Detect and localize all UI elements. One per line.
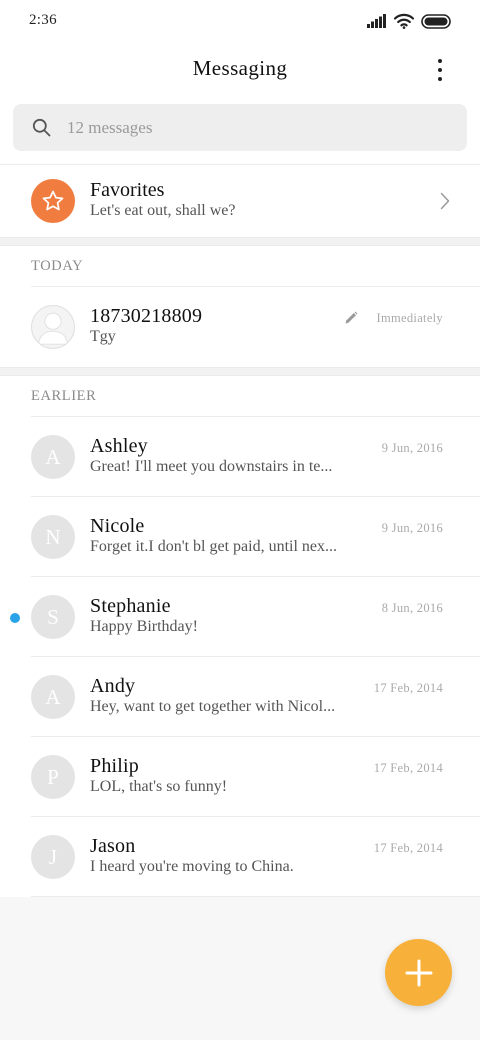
message-date: 17 Feb, 2014 bbox=[373, 681, 443, 695]
chevron-right-icon bbox=[440, 192, 450, 210]
section-separator bbox=[0, 367, 480, 376]
more-vertical-icon bbox=[438, 59, 442, 63]
status-icons bbox=[367, 12, 452, 30]
new-message-button[interactable] bbox=[385, 939, 452, 1006]
message-date: 9 Jun, 2016 bbox=[381, 521, 443, 535]
conversation-row[interactable]: A Andy Hey, want to get together with Ni… bbox=[0, 657, 480, 737]
status-time: 2:36 bbox=[29, 12, 57, 28]
conversation-row[interactable]: 18730218809 Tgy Immediately bbox=[0, 287, 480, 367]
favorites-row[interactable]: Favorites Let's eat out, shall we? bbox=[0, 165, 480, 237]
plus-icon bbox=[405, 959, 432, 986]
contact-name: 18730218809 bbox=[90, 305, 203, 327]
avatar: A bbox=[31, 435, 75, 479]
conversation-row[interactable]: A Ashley Great! I'll meet you downstairs… bbox=[0, 417, 480, 497]
avatar bbox=[31, 305, 75, 349]
header: Messaging bbox=[0, 44, 480, 96]
contact-name: Andy bbox=[90, 675, 136, 697]
search-bar[interactable] bbox=[13, 104, 467, 151]
message-date: 17 Feb, 2014 bbox=[373, 761, 443, 775]
message-preview: Forget it.I don't bl get paid, until nex… bbox=[90, 538, 338, 555]
favorites-avatar bbox=[31, 179, 75, 223]
message-preview: Tgy bbox=[90, 328, 116, 345]
avatar: S bbox=[31, 595, 75, 639]
message-date: 9 Jun, 2016 bbox=[381, 441, 443, 455]
contact-name: Nicole bbox=[90, 515, 145, 537]
favorites-preview: Let's eat out, shall we? bbox=[90, 202, 236, 219]
page-title: Messaging bbox=[192, 56, 288, 80]
battery-icon bbox=[421, 13, 451, 29]
contact-name: Jason bbox=[90, 835, 136, 857]
status-bar: 2:36 bbox=[0, 0, 480, 44]
search-input[interactable] bbox=[67, 104, 447, 151]
conversation-row[interactable]: S Stephanie Happy Birthday! 8 Jun, 2016 bbox=[0, 577, 480, 657]
section-header-today: TODAY bbox=[31, 258, 84, 274]
divider bbox=[31, 896, 480, 897]
section-header-earlier: EARLIER bbox=[31, 388, 97, 404]
person-icon bbox=[38, 312, 68, 345]
message-date: 17 Feb, 2014 bbox=[373, 841, 443, 855]
avatar: N bbox=[31, 515, 75, 559]
search-icon bbox=[32, 118, 51, 137]
star-icon bbox=[42, 190, 64, 211]
message-preview: Happy Birthday! bbox=[90, 618, 198, 635]
conversation-row[interactable]: J Jason I heard you're moving to China. … bbox=[0, 817, 480, 897]
avatar: P bbox=[31, 755, 75, 799]
pencil-icon bbox=[345, 311, 358, 324]
favorites-title: Favorites bbox=[90, 179, 165, 201]
unread-indicator bbox=[10, 613, 20, 623]
avatar: A bbox=[31, 675, 75, 719]
message-preview: LOL, that's so funny! bbox=[90, 778, 228, 795]
wifi-icon bbox=[394, 13, 414, 29]
section-separator bbox=[0, 237, 480, 246]
more-options-button[interactable] bbox=[428, 56, 452, 84]
conversation-row[interactable]: P Philip LOL, that's so funny! 17 Feb, 2… bbox=[0, 737, 480, 817]
message-preview: I heard you're moving to China. bbox=[90, 858, 294, 875]
signal-icon bbox=[367, 14, 386, 28]
message-preview: Hey, want to get together with Nicol... bbox=[90, 698, 336, 715]
conversation-row[interactable]: N Nicole Forget it.I don't bl get paid, … bbox=[0, 497, 480, 577]
message-time: Immediately bbox=[376, 311, 443, 325]
contact-name: Philip bbox=[90, 755, 139, 777]
messaging-app: 2:36 Messaging 12 messages Favorites Let… bbox=[0, 0, 480, 897]
message-date: 8 Jun, 2016 bbox=[381, 601, 443, 615]
contact-name: Stephanie bbox=[90, 595, 171, 617]
contact-name: Ashley bbox=[90, 435, 148, 457]
message-preview: Great! I'll meet you downstairs in te... bbox=[90, 458, 333, 475]
avatar: J bbox=[31, 835, 75, 879]
